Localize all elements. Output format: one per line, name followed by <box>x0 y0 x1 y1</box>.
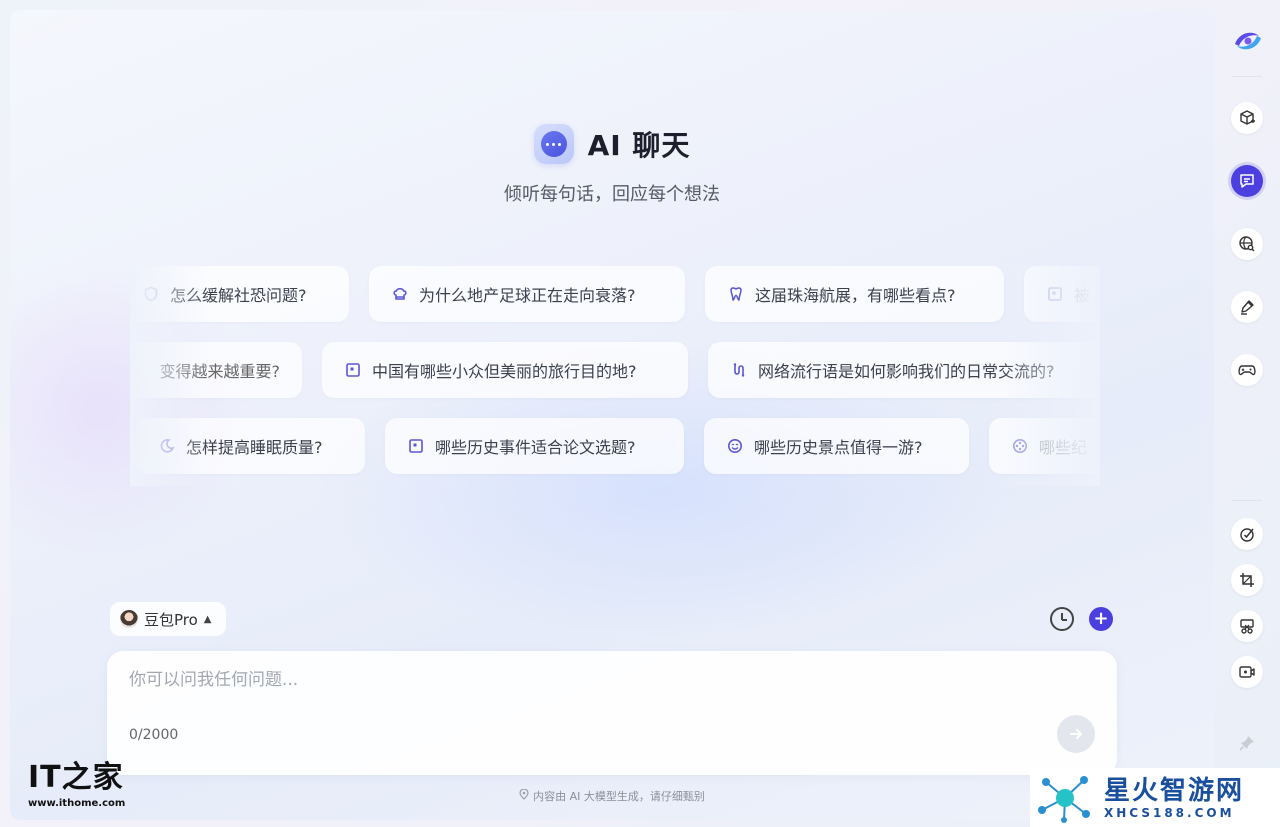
suggestion-chip[interactable]: 哪些历史事件适合论文选题? <box>385 418 684 474</box>
sidebar-item-task[interactable] <box>1231 518 1263 550</box>
avatar <box>120 610 138 628</box>
sidebar-item-cut[interactable] <box>1231 610 1263 642</box>
location-pin-icon <box>519 788 529 803</box>
suggestion-chip[interactable]: 怎么缓解社恐问题? <box>130 266 349 322</box>
chef-hat-icon <box>391 285 409 303</box>
app-logo[interactable] <box>1231 26 1265 56</box>
sidebar-item-search[interactable] <box>1231 228 1263 260</box>
note-icon <box>407 437 425 455</box>
note-icon <box>344 361 362 379</box>
model-label: 豆包Pro <box>144 610 198 629</box>
suggestion-chip[interactable]: 变得越来越重要? <box>130 342 302 398</box>
video-icon <box>1239 666 1255 678</box>
sidebar-item-crop[interactable] <box>1231 564 1263 596</box>
sidebar-item-chat[interactable] <box>1231 165 1263 197</box>
sidebar-divider <box>1232 76 1262 77</box>
suggestion-chip[interactable]: 中国有哪些小众但美丽的旅行目的地? <box>322 342 688 398</box>
sidebar-item-write[interactable] <box>1231 291 1263 323</box>
chevron-up-icon: ▲ <box>203 613 212 625</box>
film-icon <box>1011 437 1029 455</box>
suggestion-chip[interactable]: 这届珠海航展，有哪些看点? <box>705 266 1004 322</box>
note-icon <box>1046 285 1064 303</box>
suggestion-chip[interactable]: 怎样提高睡眠质量? <box>136 418 365 474</box>
right-sidebar <box>1216 0 1280 827</box>
chat-icon <box>1240 174 1254 188</box>
tooth-icon <box>727 285 745 303</box>
smile-icon <box>726 437 744 455</box>
page-subtitle: 倾听每句话，回应每个想法 <box>504 184 720 205</box>
arrow-right-icon <box>1070 729 1082 739</box>
moon-icon <box>158 437 176 455</box>
sidebar-divider <box>1232 500 1262 501</box>
search-globe-icon <box>1239 236 1255 252</box>
suggestion-chip[interactable]: 哪些纪 <box>989 418 1100 474</box>
network-logo-icon <box>1038 775 1090 823</box>
page-title: AI 聊天 <box>587 129 691 162</box>
ithome-watermark: IT之家 www.ithome.com <box>28 760 126 809</box>
suggestion-chip[interactable]: 哪些历史景点值得一游? <box>704 418 969 474</box>
scissors-icon <box>1240 619 1254 634</box>
message-composer: 0/2000 <box>107 651 1117 775</box>
model-selector[interactable]: 豆包Pro ▲ <box>110 602 226 636</box>
xhcs-watermark: 星火智游网 XHCS188.COM <box>1030 768 1280 827</box>
sidebar-item-video[interactable] <box>1231 656 1263 688</box>
history-clock-icon[interactable] <box>1050 607 1074 631</box>
sidebar-item-game[interactable] <box>1231 354 1263 386</box>
crop-icon <box>1240 573 1254 587</box>
sidebar-item-cube[interactable] <box>1231 102 1263 134</box>
chat-bubble-icon <box>533 124 574 164</box>
new-chat-plus-icon[interactable]: + <box>1089 607 1113 631</box>
sidebar-pin[interactable] <box>1231 727 1263 759</box>
suggestion-chip[interactable]: 网络流行语是如何影响我们的日常交流的? <box>708 342 1100 398</box>
gamepad-icon <box>1238 365 1256 376</box>
suggestion-chip[interactable]: 被 <box>1024 266 1100 322</box>
char-counter: 0/2000 <box>129 727 179 743</box>
suggestion-chip[interactable]: 为什么地产足球正在走向衰落? <box>369 266 685 322</box>
suggestion-carousel: 怎么缓解社恐问题? 为什么地产足球正在走向衰落? 这届珠海航展，有哪些看点? 被 <box>130 266 1100 486</box>
send-button[interactable] <box>1057 715 1095 753</box>
shield-icon <box>142 285 160 303</box>
cube-plus-icon <box>1240 110 1255 125</box>
check-circle-icon <box>1240 528 1254 542</box>
pin-icon <box>1239 736 1254 751</box>
message-input[interactable] <box>129 665 1029 705</box>
pen-icon <box>1241 300 1254 315</box>
page-header: AI 聊天 倾听每句话，回应每个想法 <box>10 122 1214 206</box>
route-icon <box>730 361 748 379</box>
chat-panel: AI 聊天 倾听每句话，回应每个想法 怎么缓解社恐问题? 为什么地产足球正在走向… <box>10 10 1214 820</box>
